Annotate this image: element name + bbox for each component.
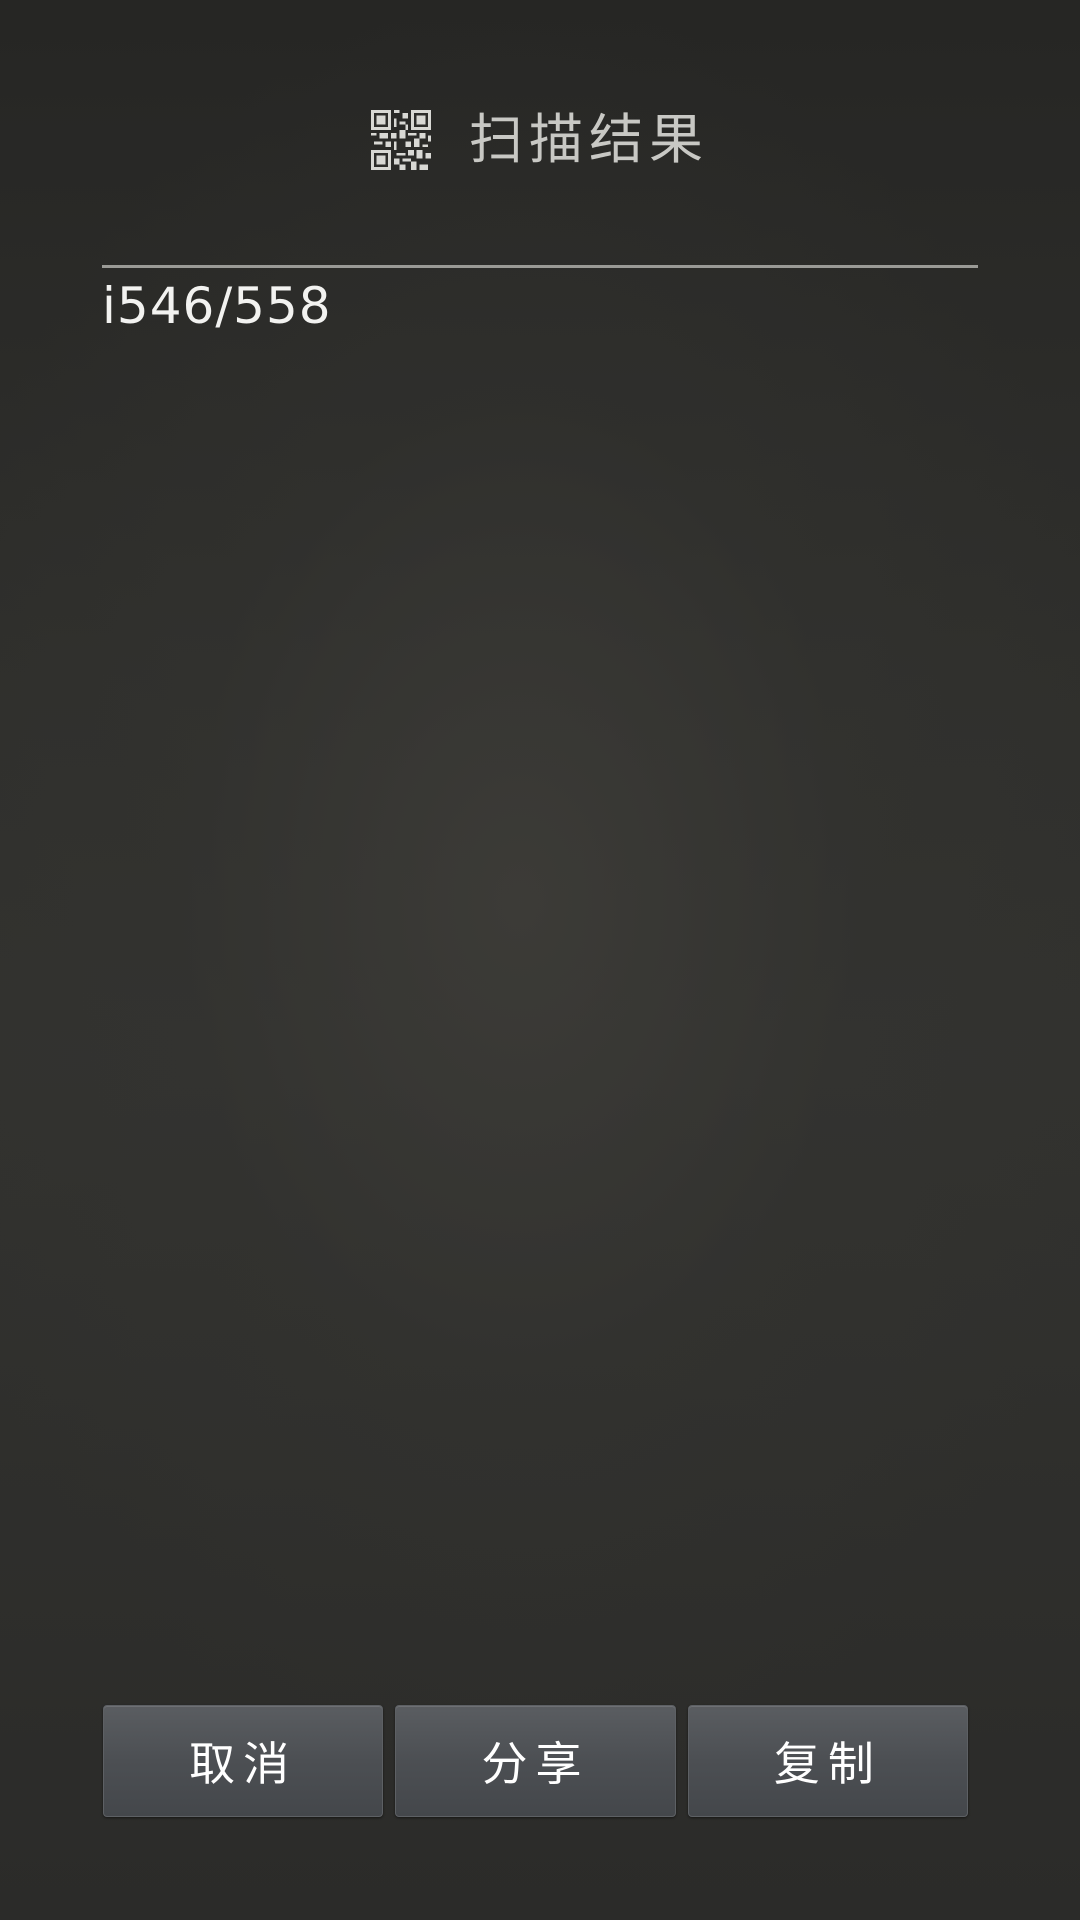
- share-button[interactable]: 分享: [395, 1705, 676, 1817]
- scan-result-screen: 扫描结果 i546/558 取消 分享 复制: [0, 0, 1080, 1920]
- cancel-button[interactable]: 取消: [103, 1705, 384, 1817]
- action-button-bar: 取消 分享 复制: [103, 1705, 968, 1819]
- divider: [102, 265, 978, 268]
- copy-button[interactable]: 复制: [687, 1705, 968, 1817]
- scan-result-text[interactable]: i546/558: [102, 276, 332, 336]
- page-title: 扫描结果: [469, 108, 709, 171]
- title-bar: 扫描结果: [0, 100, 1080, 180]
- qr-code-icon: [371, 110, 431, 170]
